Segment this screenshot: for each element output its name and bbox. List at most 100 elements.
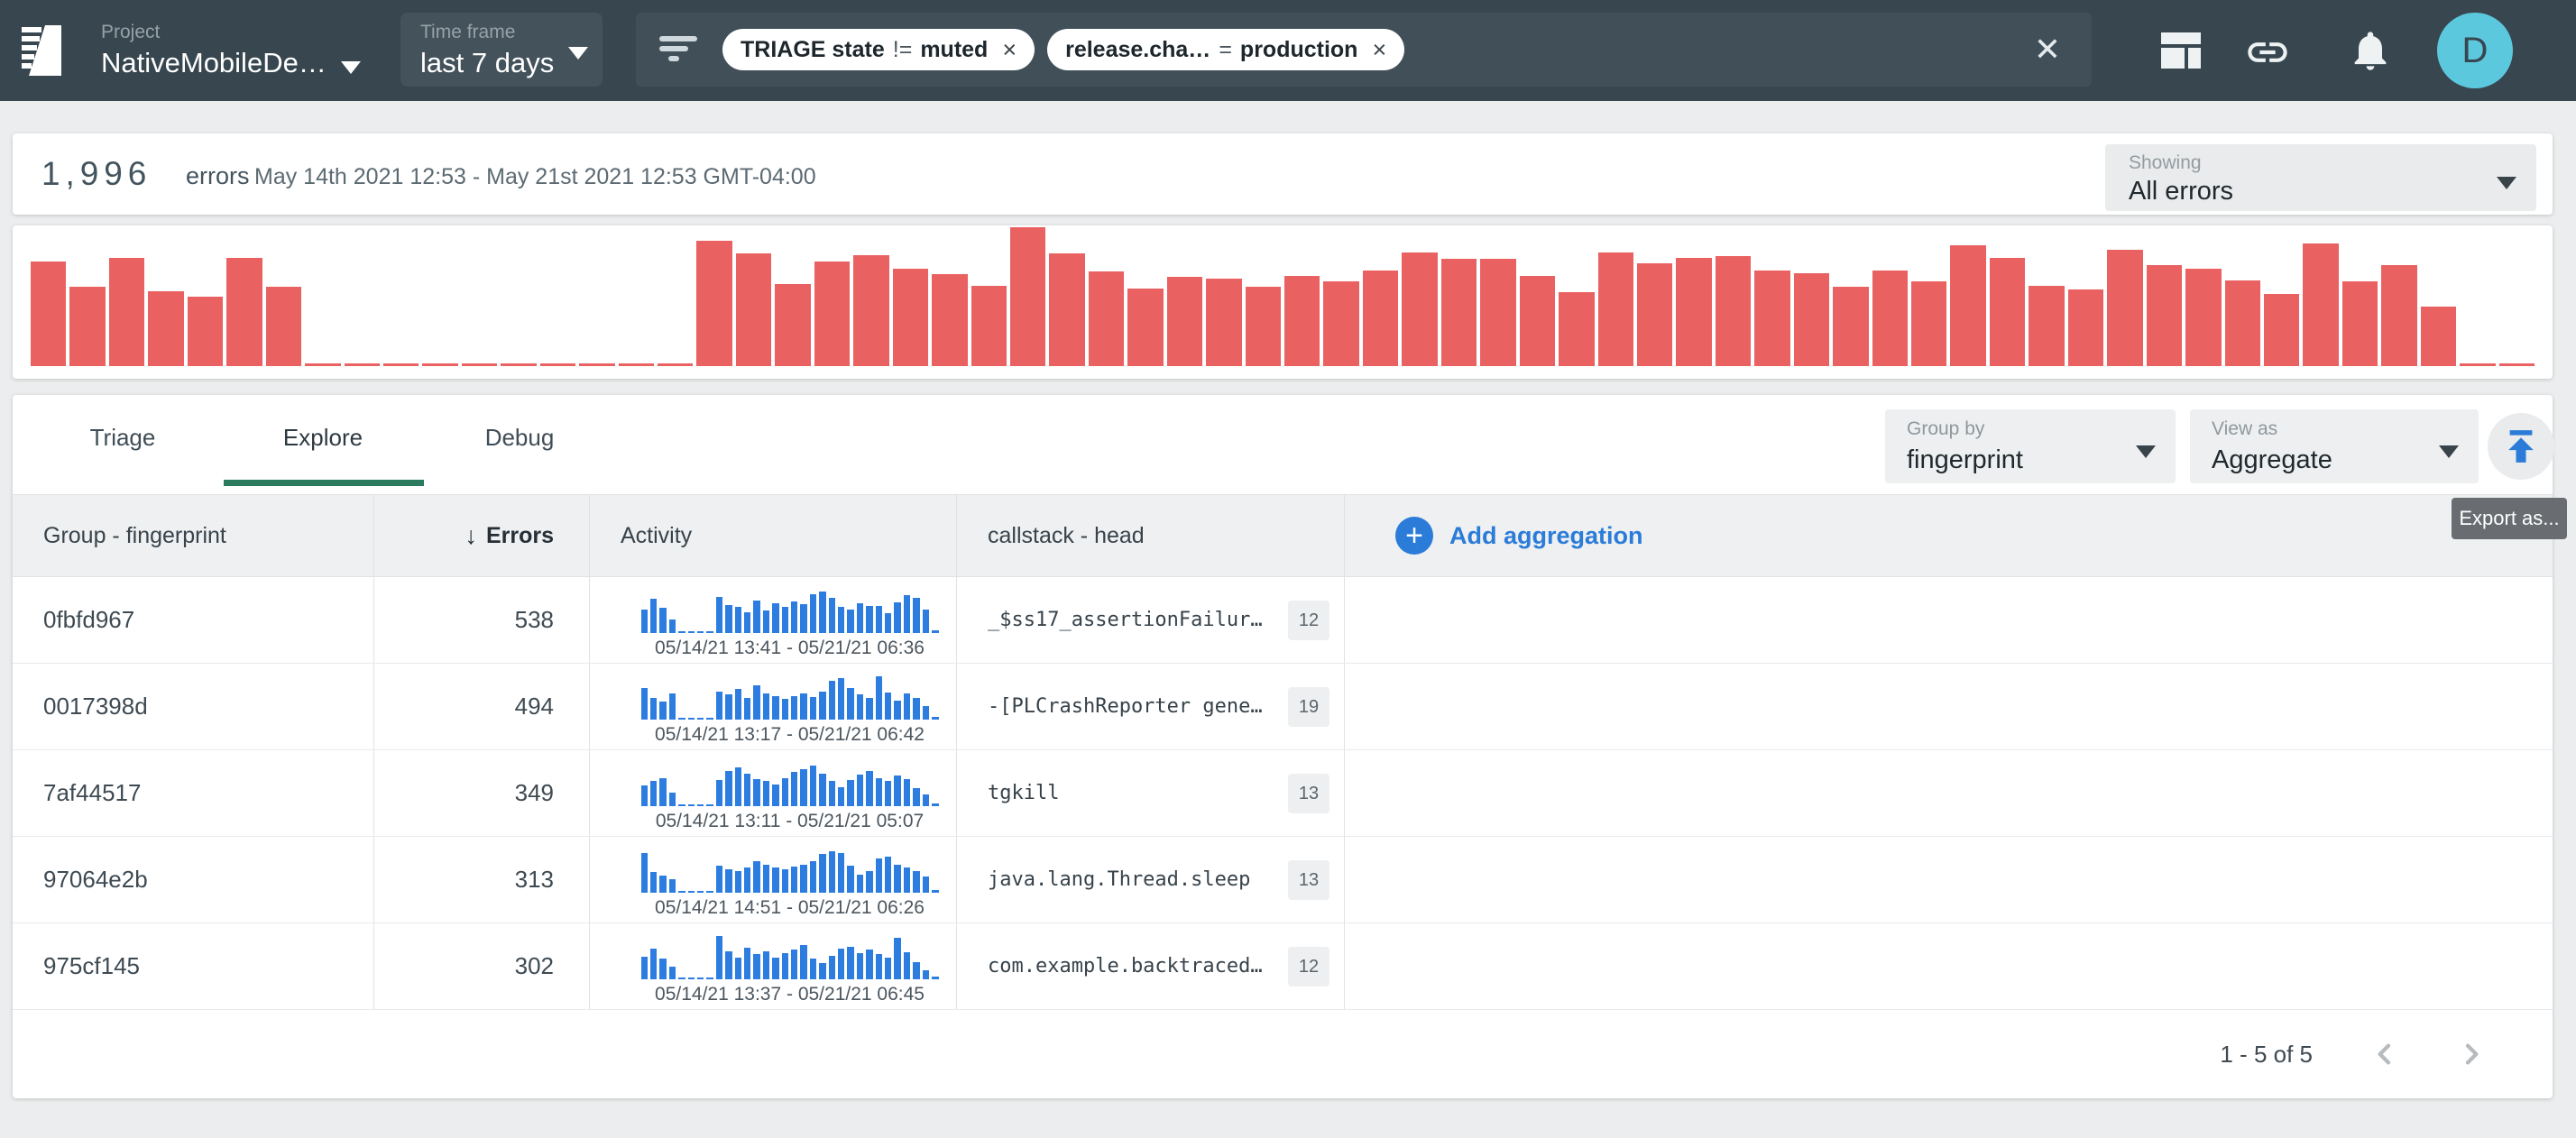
pagination: 1 - 5 of 5 xyxy=(13,1010,2553,1098)
table-row[interactable]: 7af44517 349 05/14/21 13:11 - 05/21/21 0… xyxy=(13,750,2553,837)
histogram-card xyxy=(13,225,2553,379)
sparkline-bar xyxy=(857,775,863,806)
fingerprint-cell[interactable]: 7af44517 xyxy=(13,750,373,836)
sparkline-bar xyxy=(697,718,704,720)
histogram-bar xyxy=(736,253,771,366)
project-caret-icon[interactable] xyxy=(341,61,361,74)
sparkline-bar xyxy=(678,718,685,720)
sparkline-bar xyxy=(838,787,844,806)
sparkline-bar xyxy=(763,693,769,720)
remove-filter-icon[interactable]: × xyxy=(1002,36,1017,64)
sparkline-bar xyxy=(847,688,853,720)
sparkline-bar xyxy=(847,866,853,893)
fingerprint-cell[interactable]: 0fbfd967 xyxy=(13,577,373,663)
sparkline-bar xyxy=(866,771,872,806)
sparkline-bar xyxy=(763,865,769,893)
sparkline-bar xyxy=(894,865,900,893)
callstack-count-badge: 12 xyxy=(1288,947,1329,987)
clear-filters-icon[interactable]: ✕ xyxy=(2034,31,2061,69)
timeframe-caret-icon xyxy=(568,47,588,60)
header-activity[interactable]: Activity xyxy=(589,495,956,576)
summary-card: 1,996 errors May 14th 2021 12:53 - May 2… xyxy=(13,133,2553,215)
filter-chip[interactable]: release.cha… = production × xyxy=(1047,29,1404,70)
histogram-bar xyxy=(1049,253,1084,366)
errors-histogram[interactable] xyxy=(31,227,2535,366)
sparkline-bar xyxy=(706,631,713,633)
table-row[interactable]: 97064e2b 313 05/14/21 14:51 - 05/21/21 0… xyxy=(13,837,2553,923)
dashboard-layout-icon[interactable] xyxy=(2161,32,2201,69)
filter-value: production xyxy=(1240,37,1358,63)
showing-selector[interactable]: Showing All errors xyxy=(2105,144,2536,211)
backtrace-logo-icon[interactable] xyxy=(22,25,61,76)
date-range: May 14th 2021 12:53 - May 21st 2021 12:5… xyxy=(254,164,816,190)
activity-cell: 05/14/21 13:37 - 05/21/21 06:45 xyxy=(589,923,956,1009)
table-row[interactable]: 0fbfd967 538 05/14/21 13:41 - 05/21/21 0… xyxy=(13,577,2553,664)
activity-sparkline xyxy=(641,846,939,893)
histogram-bar xyxy=(226,258,262,366)
group-by-selector[interactable]: Group by fingerprint xyxy=(1885,409,2176,483)
header-errors[interactable]: ↓ Errors xyxy=(373,495,589,576)
sparkline-bar xyxy=(819,592,825,633)
tab-debug[interactable]: Debug xyxy=(465,395,574,480)
export-button[interactable] xyxy=(2488,413,2554,480)
sparkline-bar xyxy=(697,631,704,633)
sparkline-bar xyxy=(847,947,853,979)
filter-chip[interactable]: TRIAGE state != muted × xyxy=(722,29,1035,70)
sparkline-bar xyxy=(866,950,872,979)
histogram-bar xyxy=(2147,265,2182,366)
view-as-selector[interactable]: View as Aggregate xyxy=(2190,409,2479,483)
aggregation-cell xyxy=(1344,664,2553,749)
sparkline-bar xyxy=(819,963,825,979)
fingerprint-cell[interactable]: 975cf145 xyxy=(13,923,373,1009)
callstack-cell: _$ss17_assertionFailur… 12 xyxy=(956,577,1344,663)
sparkline-bar xyxy=(885,781,891,806)
histogram-bar xyxy=(1089,271,1124,366)
callstack-count-badge: 19 xyxy=(1288,687,1329,727)
main-card: Triage Explore Debug Group by fingerprin… xyxy=(13,395,2553,1098)
tab-explore[interactable]: Explore xyxy=(260,395,386,480)
tab-triage[interactable]: Triage xyxy=(69,395,177,480)
filter-value: muted xyxy=(920,37,988,63)
sparkline-bar xyxy=(885,613,891,633)
fingerprint-cell[interactable]: 97064e2b xyxy=(13,837,373,922)
histogram-bar xyxy=(462,363,497,366)
sparkline-bar xyxy=(763,610,769,633)
export-tooltip: Export as... xyxy=(2452,498,2567,539)
sparkline-bar xyxy=(688,718,695,720)
remove-filter-icon[interactable]: × xyxy=(1372,36,1386,64)
sparkline-bar xyxy=(772,958,778,979)
histogram-bar xyxy=(775,284,810,366)
histogram-bar xyxy=(2264,294,2299,366)
sparkline-bar xyxy=(829,681,835,720)
sparkline-bar xyxy=(866,698,872,720)
notifications-bell-icon[interactable] xyxy=(2347,27,2394,74)
sparkline-bar xyxy=(744,774,750,806)
fingerprint-cell[interactable]: 0017398d xyxy=(13,664,373,749)
filter-chips: TRIAGE state != muted × release.cha… = p… xyxy=(722,29,1404,70)
share-link-icon[interactable] xyxy=(2244,29,2291,76)
sparkline-bar xyxy=(725,694,731,720)
sparkline-bar xyxy=(838,853,844,893)
next-page-icon[interactable] xyxy=(2457,1040,2486,1069)
group-by-label: Group by xyxy=(1907,418,1984,440)
table-row[interactable]: 0017398d 494 05/14/21 13:17 - 05/21/21 0… xyxy=(13,664,2553,750)
activity-cell: 05/14/21 13:17 - 05/21/21 06:42 xyxy=(589,664,956,749)
sparkline-bar xyxy=(782,953,788,979)
timeframe-selector[interactable]: Time frame last 7 days xyxy=(400,13,603,87)
table-row[interactable]: 975cf145 302 05/14/21 13:37 - 05/21/21 0… xyxy=(13,923,2553,1010)
filter-bar[interactable]: TRIAGE state != muted × release.cha… = p… xyxy=(636,13,2092,87)
header-callstack[interactable]: callstack - head xyxy=(956,495,1344,576)
sparkline-bar xyxy=(810,959,816,979)
header-group-fingerprint[interactable]: Group - fingerprint xyxy=(13,495,373,576)
add-aggregation-button[interactable]: + Add aggregation xyxy=(1344,495,2553,576)
filter-operator: != xyxy=(893,37,913,63)
sparkline-bar xyxy=(829,598,835,633)
user-avatar[interactable]: D xyxy=(2437,13,2513,88)
sparkline-bar xyxy=(857,953,863,979)
project-selector[interactable]: NativeMobileDe… xyxy=(101,47,327,79)
header-errors-label: Errors xyxy=(486,523,554,549)
error-count-suffix: errors xyxy=(186,162,250,190)
histogram-bar xyxy=(2303,243,2338,366)
previous-page-icon[interactable] xyxy=(2370,1040,2399,1069)
sparkline-bar xyxy=(688,631,695,633)
